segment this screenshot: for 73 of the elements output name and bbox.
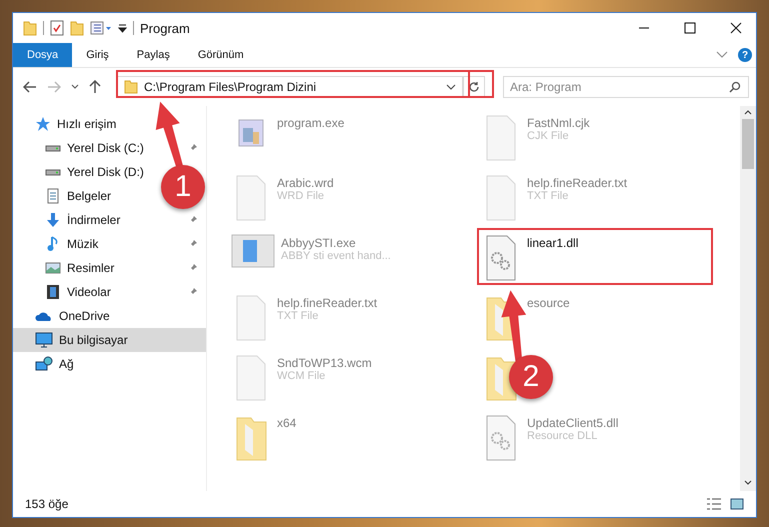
download-arrow-icon: [45, 212, 61, 228]
item-count: 153 öğe: [25, 497, 68, 511]
picture-icon: [45, 260, 61, 276]
sidebar-item[interactable]: OneDrive: [13, 304, 206, 328]
window-icon: [231, 234, 275, 268]
file-name: x64: [277, 416, 296, 430]
monitor-icon: [35, 332, 53, 348]
sidebar-label: Hızlı erişim: [57, 117, 116, 131]
sidebar-item[interactable]: Ağ: [13, 352, 206, 376]
large-icons-view-icon[interactable]: [730, 498, 744, 510]
file-name: SndToWP13.wcm: [277, 356, 372, 370]
sidebar-label[interactable]: Resimler: [67, 261, 114, 275]
chevron-up-icon[interactable]: [744, 110, 752, 115]
file-name: AbbyySTI.exe: [281, 236, 357, 250]
address-path: C:\Program Files\Program Dizini: [144, 80, 318, 94]
file-name: FastNml.cjk: [527, 116, 590, 130]
file-name: UpdateClient5.dll: [527, 416, 618, 430]
search-icon: [729, 81, 741, 93]
sidebar-label[interactable]: Videolar: [67, 285, 111, 299]
file-name: esource: [527, 296, 570, 310]
sidebar-label[interactable]: Müzik: [67, 237, 98, 251]
refresh-button[interactable]: [463, 76, 485, 98]
file-type: WCM File: [277, 370, 326, 382]
maximize-icon[interactable]: [684, 22, 696, 34]
file-name: Arabic.wrd: [277, 176, 334, 190]
details-view-icon[interactable]: [706, 498, 722, 510]
chevron-down-icon[interactable]: [744, 480, 752, 485]
properties-icon[interactable]: [90, 21, 112, 35]
file-name: linear1.dll: [527, 236, 578, 250]
drive-icon: [45, 168, 61, 176]
folder-icon: [124, 80, 138, 94]
scroll-thumb[interactable]: [742, 119, 754, 169]
sidebar-label[interactable]: Belgeler: [67, 189, 112, 203]
ribbon-tab[interactable]: Dosya: [13, 43, 72, 67]
sidebar-label: OneDrive: [59, 309, 110, 323]
caret-icon[interactable]: [118, 23, 127, 33]
sidebar-label: Bu bilgisayar: [59, 333, 128, 347]
sidebar-item[interactable]: Hızlı erişim: [13, 112, 206, 136]
file-name: program.exe: [277, 116, 344, 130]
scrollbar[interactable]: [740, 106, 756, 491]
network-icon: [35, 356, 53, 372]
document-icon: [45, 188, 61, 204]
close-icon[interactable]: [730, 22, 742, 34]
sidebar-label[interactable]: Yerel Disk (C:): [67, 141, 144, 155]
address-field[interactable]: C:\Program Files\Program Dizini: [117, 76, 463, 98]
up-arrow-icon[interactable]: [89, 80, 101, 94]
chevron-down-icon[interactable]: [446, 84, 456, 90]
file-type: TXT File: [277, 310, 320, 322]
checklist-icon[interactable]: [50, 20, 64, 36]
sidebar-item[interactable]: Bu bilgisayar: [13, 328, 206, 352]
file-item[interactable]: linear1.dll: [477, 228, 713, 285]
sidebar-label[interactable]: İndirmeler: [67, 213, 120, 227]
window-title: Program: [140, 20, 190, 36]
ribbon-tab[interactable]: Görünüm: [184, 43, 258, 67]
file-type: TXT File: [527, 190, 570, 202]
file-type: ABBY sti event hand...: [281, 250, 391, 262]
sidebar-label: Ağ: [59, 357, 74, 371]
ribbon-tab[interactable]: Giriş: [72, 43, 123, 67]
file-type: Resource DLL: [527, 430, 598, 442]
back-arrow-icon[interactable]: [23, 81, 37, 93]
file-name: help.fineReader.txt: [527, 176, 628, 190]
refresh-icon: [468, 81, 480, 93]
file-type: CJK File: [527, 130, 570, 142]
sidebar-label[interactable]: Yerel Disk (D:): [67, 165, 144, 179]
drive-icon: [45, 144, 61, 152]
help-button[interactable]: ?: [738, 48, 752, 62]
star-icon: [35, 116, 51, 132]
search-field[interactable]: Ara: Program: [503, 76, 749, 98]
file-type: WRD File: [277, 190, 326, 202]
chevron-down-icon[interactable]: [71, 84, 79, 90]
file-name: help.fineReader.txt: [277, 296, 378, 310]
film-icon: [45, 284, 61, 300]
ribbon-tab[interactable]: Paylaş: [122, 43, 184, 67]
